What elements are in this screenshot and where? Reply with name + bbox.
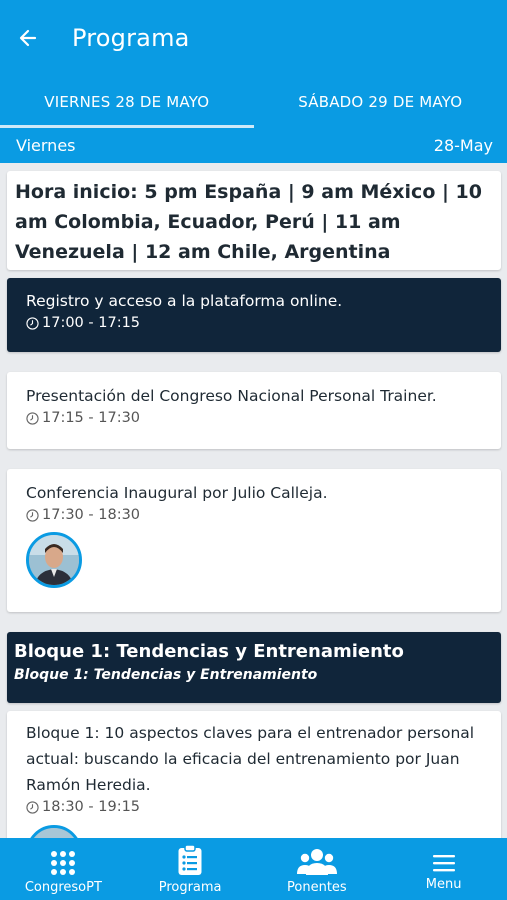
day-subheader: Viernes 28-May [0,128,507,163]
event-time-text: 18:30 - 19:15 [42,799,141,815]
event-title: Bloque 1: 10 aspectos claves para el ent… [26,724,475,794]
event-title: Presentación del Congreso Nacional Perso… [26,387,437,405]
date-label: 28-May [433,136,493,155]
nav-label: Programa [158,880,222,895]
event-card[interactable]: Registro y acceso a la plataforma online… [7,278,501,352]
event-title: Conferencia Inaugural por Julio Calleja. [26,484,328,502]
clock-icon [26,316,39,330]
bottom-navigation: CongresoPT Programa Ponentes Menu [0,838,507,900]
nav-label: CongresoPT [24,880,102,895]
people-icon [296,849,337,875]
arrow-left-icon [19,29,37,46]
clock-icon [26,411,39,425]
event-title: Registro y acceso a la plataforma online… [26,292,343,310]
block-title: Bloque 1: Tendencias y Entrenamiento [14,641,404,662]
event-card[interactable]: Conferencia Inaugural por Julio Calleja.… [7,469,501,612]
grid-icon [51,851,76,875]
block-subtitle: Bloque 1: Tendencias y Entrenamiento [14,667,318,683]
program-list[interactable]: Hora inicio: 5 pm España | 9 am México |… [0,163,507,838]
start-time-card: Hora inicio: 5 pm España | 9 am México |… [7,171,501,270]
block-header: Bloque 1: Tendencias y Entrenamiento Blo… [7,632,501,703]
event-card[interactable]: Bloque 1: 10 aspectos claves para el ent… [7,711,501,838]
event-time-text: 17:15 - 17:30 [42,410,141,426]
nav-menu[interactable]: Menu [380,838,507,900]
speaker-photo [29,535,79,585]
speaker-avatar[interactable] [26,825,82,838]
clipboard-icon [178,844,202,875]
event-time: 17:00 - 17:15 [7,315,501,331]
back-button[interactable] [0,0,56,75]
event-time-text: 17:30 - 18:30 [42,507,141,523]
menu-icon [432,855,455,872]
event-time: 17:15 - 17:30 [7,410,501,426]
speaker-avatar[interactable] [26,532,82,588]
tab-viernes[interactable]: VIERNES 28 DE MAYO [0,75,254,128]
day-label: Viernes [16,136,76,155]
tab-sabado[interactable]: SÁBADO 29 DE MAYO [254,75,507,128]
nav-congresopt[interactable]: CongresoPT [0,838,127,900]
event-card[interactable]: Presentación del Congreso Nacional Perso… [7,372,501,449]
clock-icon [26,508,39,522]
speaker-photo [29,828,79,838]
clock-icon [26,800,39,814]
nav-ponentes[interactable]: Ponentes [254,838,381,900]
app-bar: Programa [0,0,507,75]
page-title: Programa [72,23,190,52]
event-time: 18:30 - 19:15 [7,799,501,815]
nav-programa[interactable]: Programa [127,838,254,900]
event-time: 17:30 - 18:30 [7,507,501,523]
nav-label: Ponentes [287,880,347,895]
event-time-text: 17:00 - 17:15 [42,315,141,331]
nav-label: Menu [425,877,462,892]
day-tabs: VIERNES 28 DE MAYO SÁBADO 29 DE MAYO [0,75,507,128]
start-time-text: Hora inicio: 5 pm España | 9 am México |… [15,181,482,263]
